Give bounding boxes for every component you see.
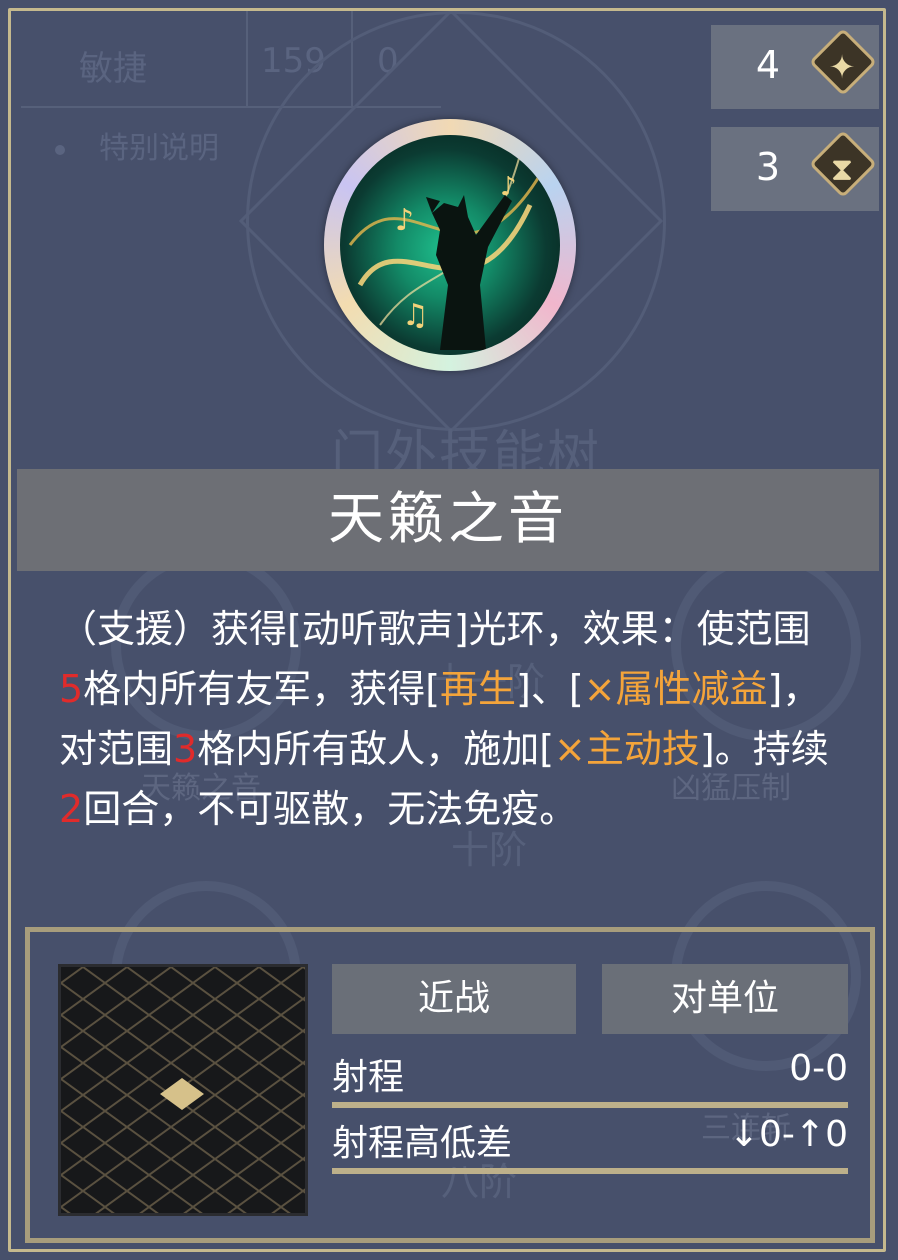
music-silhouette-icon: ♪ ♪ ♫ bbox=[324, 119, 576, 371]
height-diff-value: ↓0-↑0 bbox=[728, 1114, 848, 1155]
hourglass-icon: ⧗ bbox=[830, 150, 854, 188]
description-segment: 格内所有友军，获得[ bbox=[83, 667, 441, 711]
height-diff-label: 射程高低差 bbox=[332, 1123, 513, 1164]
range-type-button[interactable]: 近战 bbox=[332, 964, 576, 1034]
background-attribute-label: 敏捷 bbox=[79, 49, 147, 89]
sparkle-icon: ✦ bbox=[828, 48, 856, 86]
svg-text:♫: ♫ bbox=[402, 298, 429, 333]
description-segment: 2 bbox=[59, 787, 84, 831]
range-grid-preview bbox=[58, 964, 308, 1216]
range-value: 0-0 bbox=[789, 1048, 848, 1089]
background-note-label: 特别说明 bbox=[99, 131, 219, 166]
range-row: 射程 0-0 bbox=[332, 1042, 848, 1108]
target-type-button[interactable]: 对单位 bbox=[602, 964, 848, 1034]
skill-range-info: 近战 对单位 射程 0-0 射程高低差 ↓0-↑0 bbox=[25, 927, 875, 1243]
svg-text:♪: ♪ bbox=[395, 203, 414, 238]
range-label: 射程 bbox=[332, 1057, 405, 1098]
background-note: 特别说明 bbox=[55, 123, 219, 167]
description-segment: 回合，不可驱散，无法免疫。 bbox=[83, 787, 578, 831]
skill-description: （支援）获得[动听歌声]光环，效果：使范围 5格内所有友军，获得[再生]、[×属性… bbox=[59, 599, 829, 839]
skill-detail-panel: 敏捷 159 0 特别说明 门外技能树 十一阶 十阶 九阶 八阶 天籁之音 凶猛… bbox=[8, 8, 886, 1252]
description-segment: ×属性减益 bbox=[583, 667, 768, 711]
description-segment: （支援）获得[动听歌声]光环，效果：使范围 bbox=[59, 607, 811, 651]
description-segment: ×主动技 bbox=[554, 727, 700, 771]
height-diff-row: 射程高低差 ↓0-↑0 bbox=[332, 1108, 848, 1174]
skill-point-counter: 4 ✦ bbox=[711, 25, 879, 109]
description-segment: 5 bbox=[59, 667, 84, 711]
svg-text:♪: ♪ bbox=[500, 172, 517, 202]
description-segment: 格内所有敌人，施加[ bbox=[197, 727, 555, 771]
description-segment: 3 bbox=[173, 727, 198, 771]
description-segment: 再生 bbox=[440, 667, 517, 711]
cooldown-value: 3 bbox=[755, 145, 781, 189]
skill-name: 天籁之音 bbox=[17, 469, 879, 571]
skill-point-value: 4 bbox=[755, 43, 781, 87]
description-segment: ]。持续 bbox=[699, 727, 829, 771]
description-segment: ]、[ bbox=[516, 667, 584, 711]
cooldown-counter: 3 ⧗ bbox=[711, 127, 879, 211]
